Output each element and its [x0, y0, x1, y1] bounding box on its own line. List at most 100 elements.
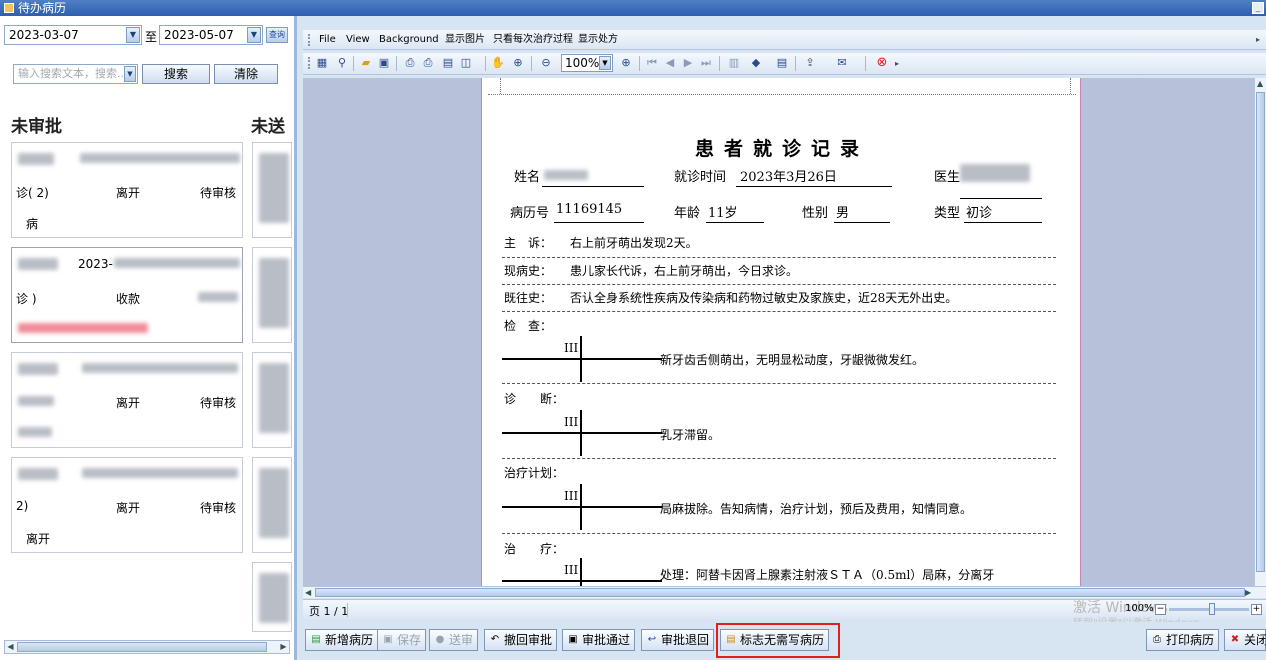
multipage-icon[interactable]: ▥ — [727, 56, 741, 70]
zoom-select[interactable]: 100% ▼ — [561, 54, 613, 72]
chevron-down-icon[interactable]: ▼ — [247, 27, 261, 43]
card-action: 收款 — [116, 292, 141, 306]
left-horizontal-scrollbar[interactable]: ◀ ▶ — [4, 640, 290, 654]
clear-button[interactable]: 清除 — [214, 64, 278, 84]
scroll-thumb[interactable] — [17, 642, 267, 652]
close-preview-icon[interactable]: ⊗ — [875, 56, 889, 70]
zoom-value: 100% — [565, 56, 600, 70]
print-icon[interactable]: ⎙ — [403, 56, 417, 70]
record-card[interactable]: 2) 离开 待审核 离开 — [11, 457, 243, 553]
card-content-blurred — [259, 573, 289, 623]
close-button[interactable]: ✖ 关闭 — [1224, 629, 1266, 651]
first-page-icon[interactable]: ⏮ — [645, 56, 659, 70]
menu-show-images[interactable]: 显示图片 — [445, 33, 485, 47]
visit-time-underline — [736, 186, 892, 187]
scroll-left-icon[interactable]: ◀ — [5, 641, 16, 653]
search-input[interactable]: 输入搜索文本，搜索... ▼ — [13, 64, 138, 84]
search-button[interactable]: 搜索 — [142, 64, 210, 84]
new-record-button[interactable]: ▤ 新增病历 — [305, 629, 379, 651]
menu-file[interactable]: File — [319, 33, 336, 47]
not-sent-card[interactable] — [252, 352, 292, 448]
card-extra: 病 — [26, 217, 39, 231]
page-layout-icon[interactable]: ◫ — [459, 56, 473, 70]
find-icon[interactable]: ⚲ — [335, 56, 349, 70]
revoke-approval-button[interactable]: ↶ 撤回审批 — [484, 629, 558, 651]
tooth-chart-diag: III — [502, 410, 662, 458]
hand-tool-icon[interactable]: ✋ — [491, 56, 505, 70]
approve-label: 审批通过 — [582, 633, 631, 647]
record-no-value: 11169145 — [556, 202, 623, 217]
prev-page-icon[interactable]: ◀ — [663, 56, 677, 70]
date-to-label: 至 — [145, 30, 158, 44]
pending-records-panel: 2023-03-07 ▼ 至 2023-05-07 ▼ 查询 输入搜索文本，搜索… — [0, 16, 297, 660]
background-color-icon[interactable]: ◆ — [749, 56, 763, 70]
diag-text: 乳牙滞留。 — [660, 428, 721, 442]
record-card-selected[interactable]: 2023- 诊 ) 收款 — [11, 247, 243, 343]
status-separator — [347, 603, 348, 617]
print-record-button[interactable]: ⎙ 打印病历 — [1146, 629, 1220, 651]
flag-doc-icon: ▤ — [726, 634, 736, 645]
open-folder-icon[interactable]: ▰ — [359, 56, 373, 70]
menu-view[interactable]: View — [346, 33, 370, 47]
tooth-chart-vline — [580, 410, 582, 456]
save-button[interactable]: ▣ 保存 — [377, 629, 427, 651]
export-icon[interactable]: ⇪ — [803, 56, 817, 70]
plan-label: 治疗计划： — [504, 466, 565, 480]
page-setup-icon[interactable]: ▤ — [441, 56, 455, 70]
query-button[interactable]: 查询 — [266, 27, 288, 43]
not-sent-card[interactable] — [252, 142, 292, 238]
watermark-icon[interactable]: ▤ — [775, 56, 789, 70]
reject-button[interactable]: ↩ 审批退回 — [641, 629, 715, 651]
send-review-button[interactable]: ● 送审 — [429, 629, 479, 651]
menu-treatment-only[interactable]: 只看每次治疗过程 — [493, 33, 573, 47]
approve-button[interactable]: ▣ 审批通过 — [562, 629, 636, 651]
no-record-needed-button[interactable]: ▤ 标志无需写病历 — [720, 629, 830, 651]
return-icon: ↩ — [647, 634, 657, 645]
layout-icon[interactable]: ▦ — [315, 56, 329, 70]
tooth-number: III — [564, 415, 579, 429]
scroll-right-icon[interactable]: ▶ — [278, 641, 289, 653]
zoom-out-icon[interactable]: − — [1155, 604, 1166, 615]
toolbar-overflow-icon[interactable]: ▸ — [895, 59, 899, 68]
zoom-tool-icon[interactable]: ⊕ — [511, 56, 525, 70]
quick-print-icon[interactable]: ⎙ — [421, 56, 435, 70]
card-extra: 离开 — [26, 532, 51, 546]
tooth-chart-plan: III — [502, 484, 662, 532]
zoom-slider-knob[interactable] — [1209, 603, 1215, 615]
menu-background[interactable]: Background — [379, 33, 439, 47]
card-visit-blurred — [18, 396, 54, 406]
menu-show-prescription[interactable]: 显示处方 — [578, 33, 618, 47]
chevron-down-icon[interactable]: ▼ — [126, 27, 140, 43]
date-to-input[interactable]: 2023-05-07 ▼ — [159, 25, 263, 45]
send-mail-icon[interactable]: ✉ — [835, 56, 849, 70]
scroll-right-icon[interactable]: ▶ — [1245, 588, 1251, 597]
not-sent-card[interactable] — [252, 457, 292, 553]
report-viewer[interactable]: 患者就诊记录 姓名 就诊时间 2023年3月26日 医生 病历号 1116914… — [303, 78, 1266, 586]
viewer-vertical-scrollbar[interactable]: ▲ — [1254, 78, 1266, 586]
last-page-icon[interactable]: ⏭ — [699, 56, 713, 70]
scroll-thumb[interactable] — [315, 588, 1245, 597]
not-sent-card[interactable] — [252, 247, 292, 343]
no-record-needed-label: 标志无需写病历 — [740, 633, 825, 647]
scroll-up-icon[interactable]: ▲ — [1257, 79, 1263, 88]
not-sent-card[interactable] — [252, 562, 292, 632]
card-status: 待审核 — [200, 501, 237, 515]
date-from-input[interactable]: 2023-03-07 ▼ — [4, 25, 142, 45]
zoom-slider[interactable] — [1169, 603, 1249, 615]
chevron-down-icon[interactable]: ▼ — [124, 66, 136, 82]
save-icon[interactable]: ▣ — [377, 56, 391, 70]
card-action: 离开 — [116, 501, 141, 515]
zoom-in-icon[interactable]: + — [1251, 604, 1262, 615]
record-card[interactable]: 离开 待审核 — [11, 352, 243, 448]
next-page-icon[interactable]: ▶ — [681, 56, 695, 70]
minimize-icon[interactable]: _ — [1252, 2, 1264, 14]
tooth-chart-exam: III — [502, 336, 662, 384]
search-placeholder: 输入搜索文本，搜索... — [18, 67, 128, 80]
scroll-thumb[interactable] — [1256, 92, 1265, 572]
record-card[interactable]: 诊( 2) 离开 待审核 病 — [11, 142, 243, 238]
zoom-out-icon[interactable]: ⊖ — [539, 56, 553, 70]
menu-overflow-icon[interactable]: ▸ — [1256, 35, 1260, 44]
zoom-in-icon[interactable]: ⊕ — [619, 56, 633, 70]
scroll-left-icon[interactable]: ◀ — [305, 588, 311, 597]
chevron-down-icon[interactable]: ▼ — [599, 56, 611, 70]
